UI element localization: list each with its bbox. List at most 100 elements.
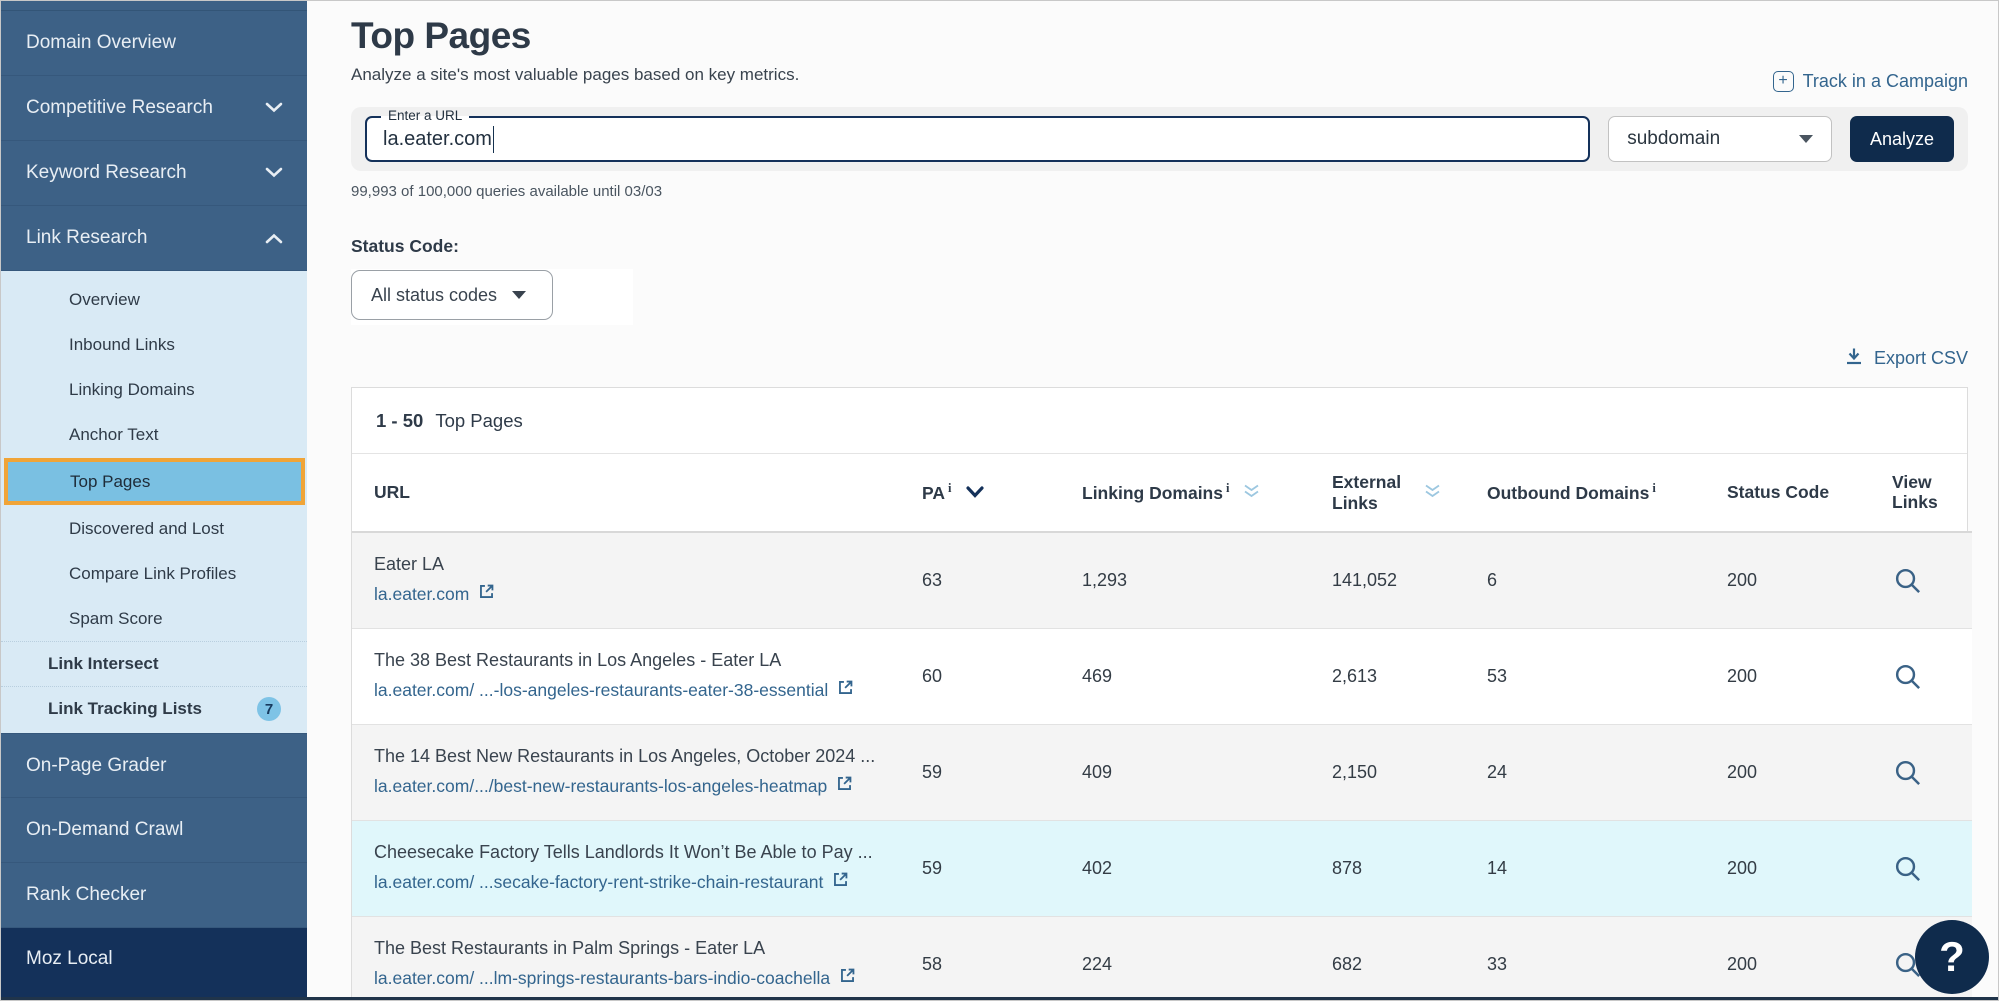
sidebar-item-label: Spam Score — [69, 609, 163, 629]
sidebar-item-label: Top Pages — [70, 472, 150, 492]
sidebar-item-keyword-research[interactable]: Keyword Research — [1, 141, 307, 206]
export-csv-label: Export CSV — [1874, 348, 1968, 369]
sidebar-item-label: Discovered and Lost — [69, 519, 224, 539]
external-link-icon — [838, 966, 857, 990]
column-header-outbound-domains[interactable]: Outbound Domainsi — [1487, 454, 1727, 532]
status-code-value: 200 — [1727, 724, 1892, 820]
external-link-icon — [831, 870, 850, 894]
page-url-link[interactable]: la.eater.com/ ...lm-springs-restaurants-… — [374, 966, 912, 990]
chevron-down-icon — [265, 97, 283, 119]
sidebar-item-on-page-grader[interactable]: On-Page Grader — [1, 733, 307, 798]
sidebar-item-discovered-and-lost[interactable]: Discovered and Lost — [1, 506, 307, 551]
sidebar-item-on-demand-crawl[interactable]: On-Demand Crawl — [1, 798, 307, 863]
magnifier-icon[interactable] — [1892, 661, 1923, 692]
sidebar-item-label: Compare Link Profiles — [69, 564, 236, 584]
analyze-button[interactable]: Analyze — [1850, 116, 1954, 162]
table-row: The Best Restaurants in Palm Springs - E… — [352, 916, 1972, 1001]
info-icon[interactable]: i — [948, 481, 951, 495]
column-header-url: URL — [352, 454, 922, 532]
linking-domains-value: 224 — [1082, 916, 1332, 1001]
column-header-pa[interactable]: PAi — [922, 454, 1082, 532]
sidebar-item-label: Competitive Research — [26, 97, 213, 119]
track-link-label: Track in a Campaign — [1803, 71, 1968, 92]
external-link-icon — [835, 774, 854, 798]
sidebar-item-rank-checker[interactable]: Rank Checker — [1, 863, 307, 928]
page-url-link[interactable]: la.eater.com/ ...-los-angeles-restaurant… — [374, 678, 912, 702]
page-url-link[interactable]: la.eater.com/ ...secake-factory-rent-str… — [374, 870, 912, 894]
query-quota-text: 99,993 of 100,000 queries available unti… — [351, 183, 1968, 200]
double-chevron-sort-icon[interactable] — [1243, 482, 1260, 503]
sidebar-item-domain-overview[interactable]: Domain Overview — [1, 11, 307, 76]
page-title-text: The 38 Best Restaurants in Los Angeles -… — [374, 650, 912, 671]
external-links-value: 141,052 — [1332, 532, 1487, 628]
status-code-value: 200 — [1727, 820, 1892, 916]
scope-select[interactable]: subdomain — [1608, 116, 1832, 162]
status-code-select[interactable]: All status codes — [351, 270, 553, 320]
page-title-text: Cheesecake Factory Tells Landlords It Wo… — [374, 842, 912, 863]
pa-value: 59 — [922, 724, 1082, 820]
sidebar-item-linking-domains[interactable]: Linking Domains — [1, 367, 307, 412]
page-title: Top Pages — [351, 15, 1968, 57]
text-cursor — [493, 126, 495, 153]
sidebar-item-anchor-text[interactable]: Anchor Text — [1, 412, 307, 457]
double-chevron-sort-icon[interactable] — [1424, 482, 1441, 503]
sidebar-item-label: Domain Overview — [26, 32, 176, 54]
sidebar-partial-item — [1, 1, 307, 11]
column-header-linking-domains[interactable]: Linking Domainsi — [1082, 454, 1332, 532]
sidebar-item-label: Linking Domains — [69, 380, 195, 400]
export-row: Export CSV — [351, 346, 1968, 371]
sidebar-item-label: Inbound Links — [69, 335, 175, 355]
count-badge: 7 — [257, 697, 281, 721]
pa-value: 58 — [922, 916, 1082, 1001]
sidebar-item-spam-score[interactable]: Spam Score — [1, 596, 307, 641]
table-header-row: URL PAi Linking Domainsi — [352, 454, 1972, 532]
external-link-icon — [836, 678, 855, 702]
sidebar-item-label: Link Tracking Lists — [48, 699, 202, 719]
column-header-external-links[interactable]: External Links — [1332, 454, 1487, 532]
status-code-value: 200 — [1727, 628, 1892, 724]
export-csv-link[interactable]: Export CSV — [1844, 346, 1968, 371]
linking-domains-value: 1,293 — [1082, 532, 1332, 628]
sidebar-item-label: Link Intersect — [48, 654, 159, 674]
sidebar-item-competitive-research[interactable]: Competitive Research — [1, 76, 307, 141]
sidebar-item-label: Link Research — [26, 227, 147, 249]
page-url-text: la.eater.com — [374, 584, 469, 605]
chevron-down-icon — [265, 162, 283, 184]
sidebar-item-inbound-links[interactable]: Inbound Links — [1, 322, 307, 367]
download-icon — [1844, 346, 1864, 371]
sidebar-item-link-research[interactable]: Link Research — [1, 206, 307, 271]
sort-descending-icon[interactable] — [966, 482, 984, 503]
outbound-domains-value: 53 — [1487, 628, 1727, 724]
linking-domains-value: 402 — [1082, 820, 1332, 916]
sidebar-item-label: On-Page Grader — [26, 755, 166, 777]
magnifier-icon[interactable] — [1892, 757, 1923, 788]
info-icon[interactable]: i — [1226, 481, 1229, 495]
status-code-value: 200 — [1727, 532, 1892, 628]
scope-select-value: subdomain — [1627, 128, 1720, 150]
info-icon[interactable]: i — [1652, 481, 1655, 495]
pa-value: 63 — [922, 532, 1082, 628]
table-row: The 38 Best Restaurants in Los Angeles -… — [352, 628, 1972, 724]
table-row-highlighted: Cheesecake Factory Tells Landlords It Wo… — [352, 820, 1972, 916]
help-button[interactable]: ? — [1915, 920, 1989, 994]
plus-square-icon: + — [1773, 71, 1794, 92]
magnifier-icon[interactable] — [1892, 565, 1923, 596]
external-link-icon — [477, 582, 496, 606]
link-research-submenu: Overview Inbound Links Linking Domains A… — [1, 271, 307, 733]
url-input[interactable]: Enter a URL la.eater.com — [365, 116, 1590, 162]
outbound-domains-value: 6 — [1487, 532, 1727, 628]
linking-domains-value: 469 — [1082, 628, 1332, 724]
sidebar-item-top-pages-active[interactable]: Top Pages — [4, 458, 305, 505]
sidebar-item-link-tracking-lists[interactable]: Link Tracking Lists 7 — [1, 686, 307, 731]
sidebar-item-label: Overview — [69, 290, 140, 310]
sidebar-item-link-intersect[interactable]: Link Intersect — [1, 641, 307, 686]
sidebar-item-moz-local[interactable]: Moz Local — [1, 928, 307, 1001]
page-url-link[interactable]: la.eater.com/.../best-new-restaurants-lo… — [374, 774, 912, 798]
page-url-link[interactable]: la.eater.com — [374, 582, 912, 606]
magnifier-icon[interactable] — [1892, 853, 1923, 884]
track-in-campaign-link[interactable]: + Track in a Campaign — [1773, 71, 1968, 92]
sidebar-item-compare-link-profiles[interactable]: Compare Link Profiles — [1, 551, 307, 596]
results-range-bar: 1 - 50 Top Pages — [352, 388, 1967, 454]
sidebar-item-label: Moz Local — [26, 948, 113, 970]
sidebar-item-overview[interactable]: Overview — [1, 277, 307, 322]
